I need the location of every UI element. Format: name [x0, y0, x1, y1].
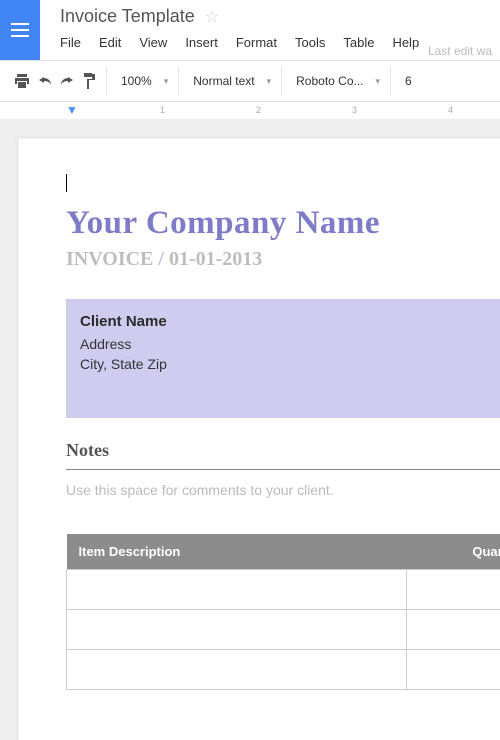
toolbar: 100% ▾ Normal text ▾ Roboto Co... ▾ 6 — [0, 60, 500, 102]
notes-placeholder-text[interactable]: Use this space for comments to your clie… — [66, 482, 500, 498]
text-cursor — [66, 174, 67, 192]
chevron-down-icon: ▾ — [164, 76, 169, 87]
invoice-date: 01-01-2013 — [169, 248, 262, 270]
font-dropdown[interactable]: Roboto Co... ▾ — [286, 67, 391, 95]
company-name-heading[interactable]: Your Company Name — [66, 205, 500, 242]
document-page[interactable]: Your Company Name INVOICE / 01-01-2013 C… — [18, 138, 500, 740]
ruler-tick: 4 — [448, 105, 453, 115]
menu-edit[interactable]: Edit — [99, 35, 121, 50]
font-size-value: 6 — [405, 74, 412, 88]
notes-divider — [66, 469, 500, 470]
last-edit-label[interactable]: Last edit wa — [428, 44, 492, 58]
items-table[interactable]: Item Description Quanti — [66, 534, 500, 690]
font-size-input[interactable]: 6 — [395, 67, 422, 95]
client-address: Address — [80, 336, 500, 352]
client-city-state-zip: City, State Zip — [80, 356, 500, 372]
chevron-down-icon: ▾ — [376, 76, 381, 87]
table-row[interactable] — [67, 650, 500, 690]
menu-table[interactable]: Table — [343, 35, 374, 50]
chevron-down-icon: ▾ — [267, 76, 272, 87]
menu-view[interactable]: View — [139, 35, 167, 50]
invoice-line[interactable]: INVOICE / 01-01-2013 — [66, 248, 500, 271]
hamburger-icon — [11, 23, 29, 37]
menu-insert[interactable]: Insert — [185, 35, 218, 50]
zoom-value: 100% — [121, 74, 152, 88]
menu-format[interactable]: Format — [236, 35, 277, 50]
invoice-slash: / — [158, 248, 169, 270]
table-row[interactable] — [67, 570, 500, 610]
client-info-box[interactable]: Client Name Address City, State Zip — [66, 299, 500, 418]
table-row[interactable] — [67, 610, 500, 650]
paint-format-icon[interactable] — [82, 73, 96, 89]
ruler-tick: 1 — [160, 105, 165, 115]
paragraph-style-dropdown[interactable]: Normal text ▾ — [183, 67, 282, 95]
paragraph-style-value: Normal text — [193, 74, 254, 88]
column-header-item: Item Description — [67, 534, 407, 570]
column-header-quantity: Quanti — [407, 534, 500, 570]
invoice-label: INVOICE — [66, 248, 153, 270]
font-value: Roboto Co... — [296, 74, 363, 88]
horizontal-ruler[interactable]: ▼ 1 2 3 4 — [0, 102, 500, 120]
zoom-dropdown[interactable]: 100% ▾ — [111, 67, 179, 95]
redo-icon[interactable] — [60, 75, 74, 87]
ruler-tick: 2 — [256, 105, 261, 115]
document-title[interactable]: Invoice Template — [60, 6, 195, 27]
indent-marker-icon[interactable]: ▼ — [66, 103, 78, 117]
menu-help[interactable]: Help — [392, 35, 419, 50]
document-canvas[interactable]: Your Company Name INVOICE / 01-01-2013 C… — [0, 120, 500, 740]
star-icon[interactable]: ☆ — [205, 7, 219, 27]
notes-heading[interactable]: Notes — [66, 440, 500, 461]
main-menu-button[interactable] — [0, 0, 40, 60]
print-icon[interactable] — [14, 74, 30, 88]
menu-tools[interactable]: Tools — [295, 35, 325, 50]
ruler-tick: 3 — [352, 105, 357, 115]
menu-file[interactable]: File — [60, 35, 81, 50]
undo-icon[interactable] — [38, 75, 52, 87]
client-name: Client Name — [80, 313, 500, 330]
